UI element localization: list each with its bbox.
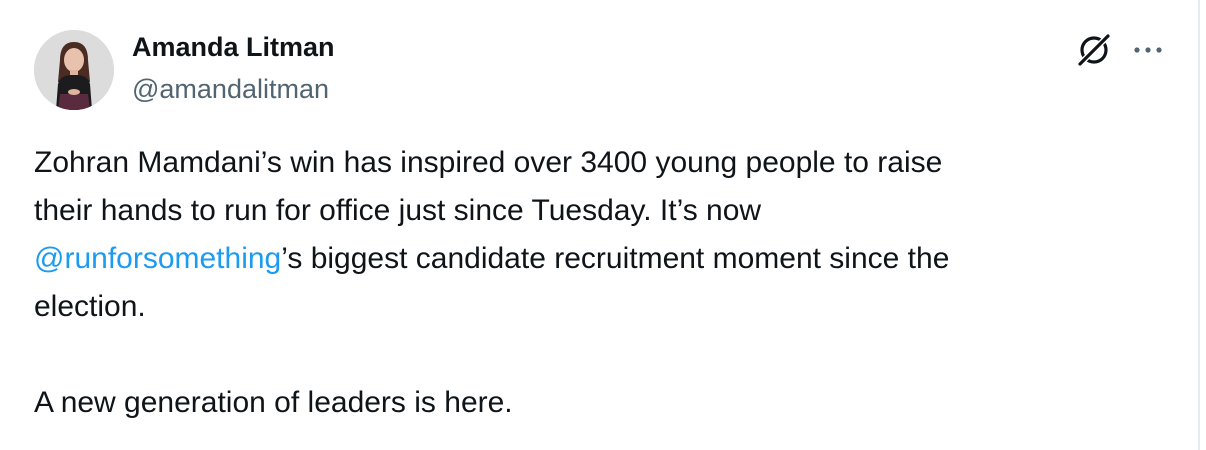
more-horizontal-icon[interactable] — [1128, 30, 1168, 70]
tweet-text: Zohran Mamdani’s win has inspired over 3… — [34, 139, 1164, 427]
author-handle[interactable]: @amandalitman — [132, 74, 329, 105]
tweet-card: Amanda Litman @amandalitman Zohran Mamda… — [0, 0, 1200, 450]
author-name[interactable]: Amanda Litman — [132, 32, 335, 63]
tweet-text-segment: ’s biggest candidate recruitment moment … — [281, 242, 950, 275]
mention-link[interactable]: @runforsomething — [34, 242, 281, 275]
tweet-text-line: @runforsomething’s biggest candidate rec… — [34, 235, 1164, 283]
tweet-text-line: Zohran Mamdani’s win has inspired over 3… — [34, 146, 943, 179]
tweet-text-line: their hands to run for office just since… — [34, 194, 762, 227]
avatar[interactable] — [34, 30, 114, 110]
tweet-text-line: election. — [34, 290, 146, 323]
tweet-text-line: A new generation of leaders is here. — [34, 386, 513, 419]
grok-icon[interactable] — [1074, 30, 1114, 70]
avatar-photo — [34, 30, 114, 110]
